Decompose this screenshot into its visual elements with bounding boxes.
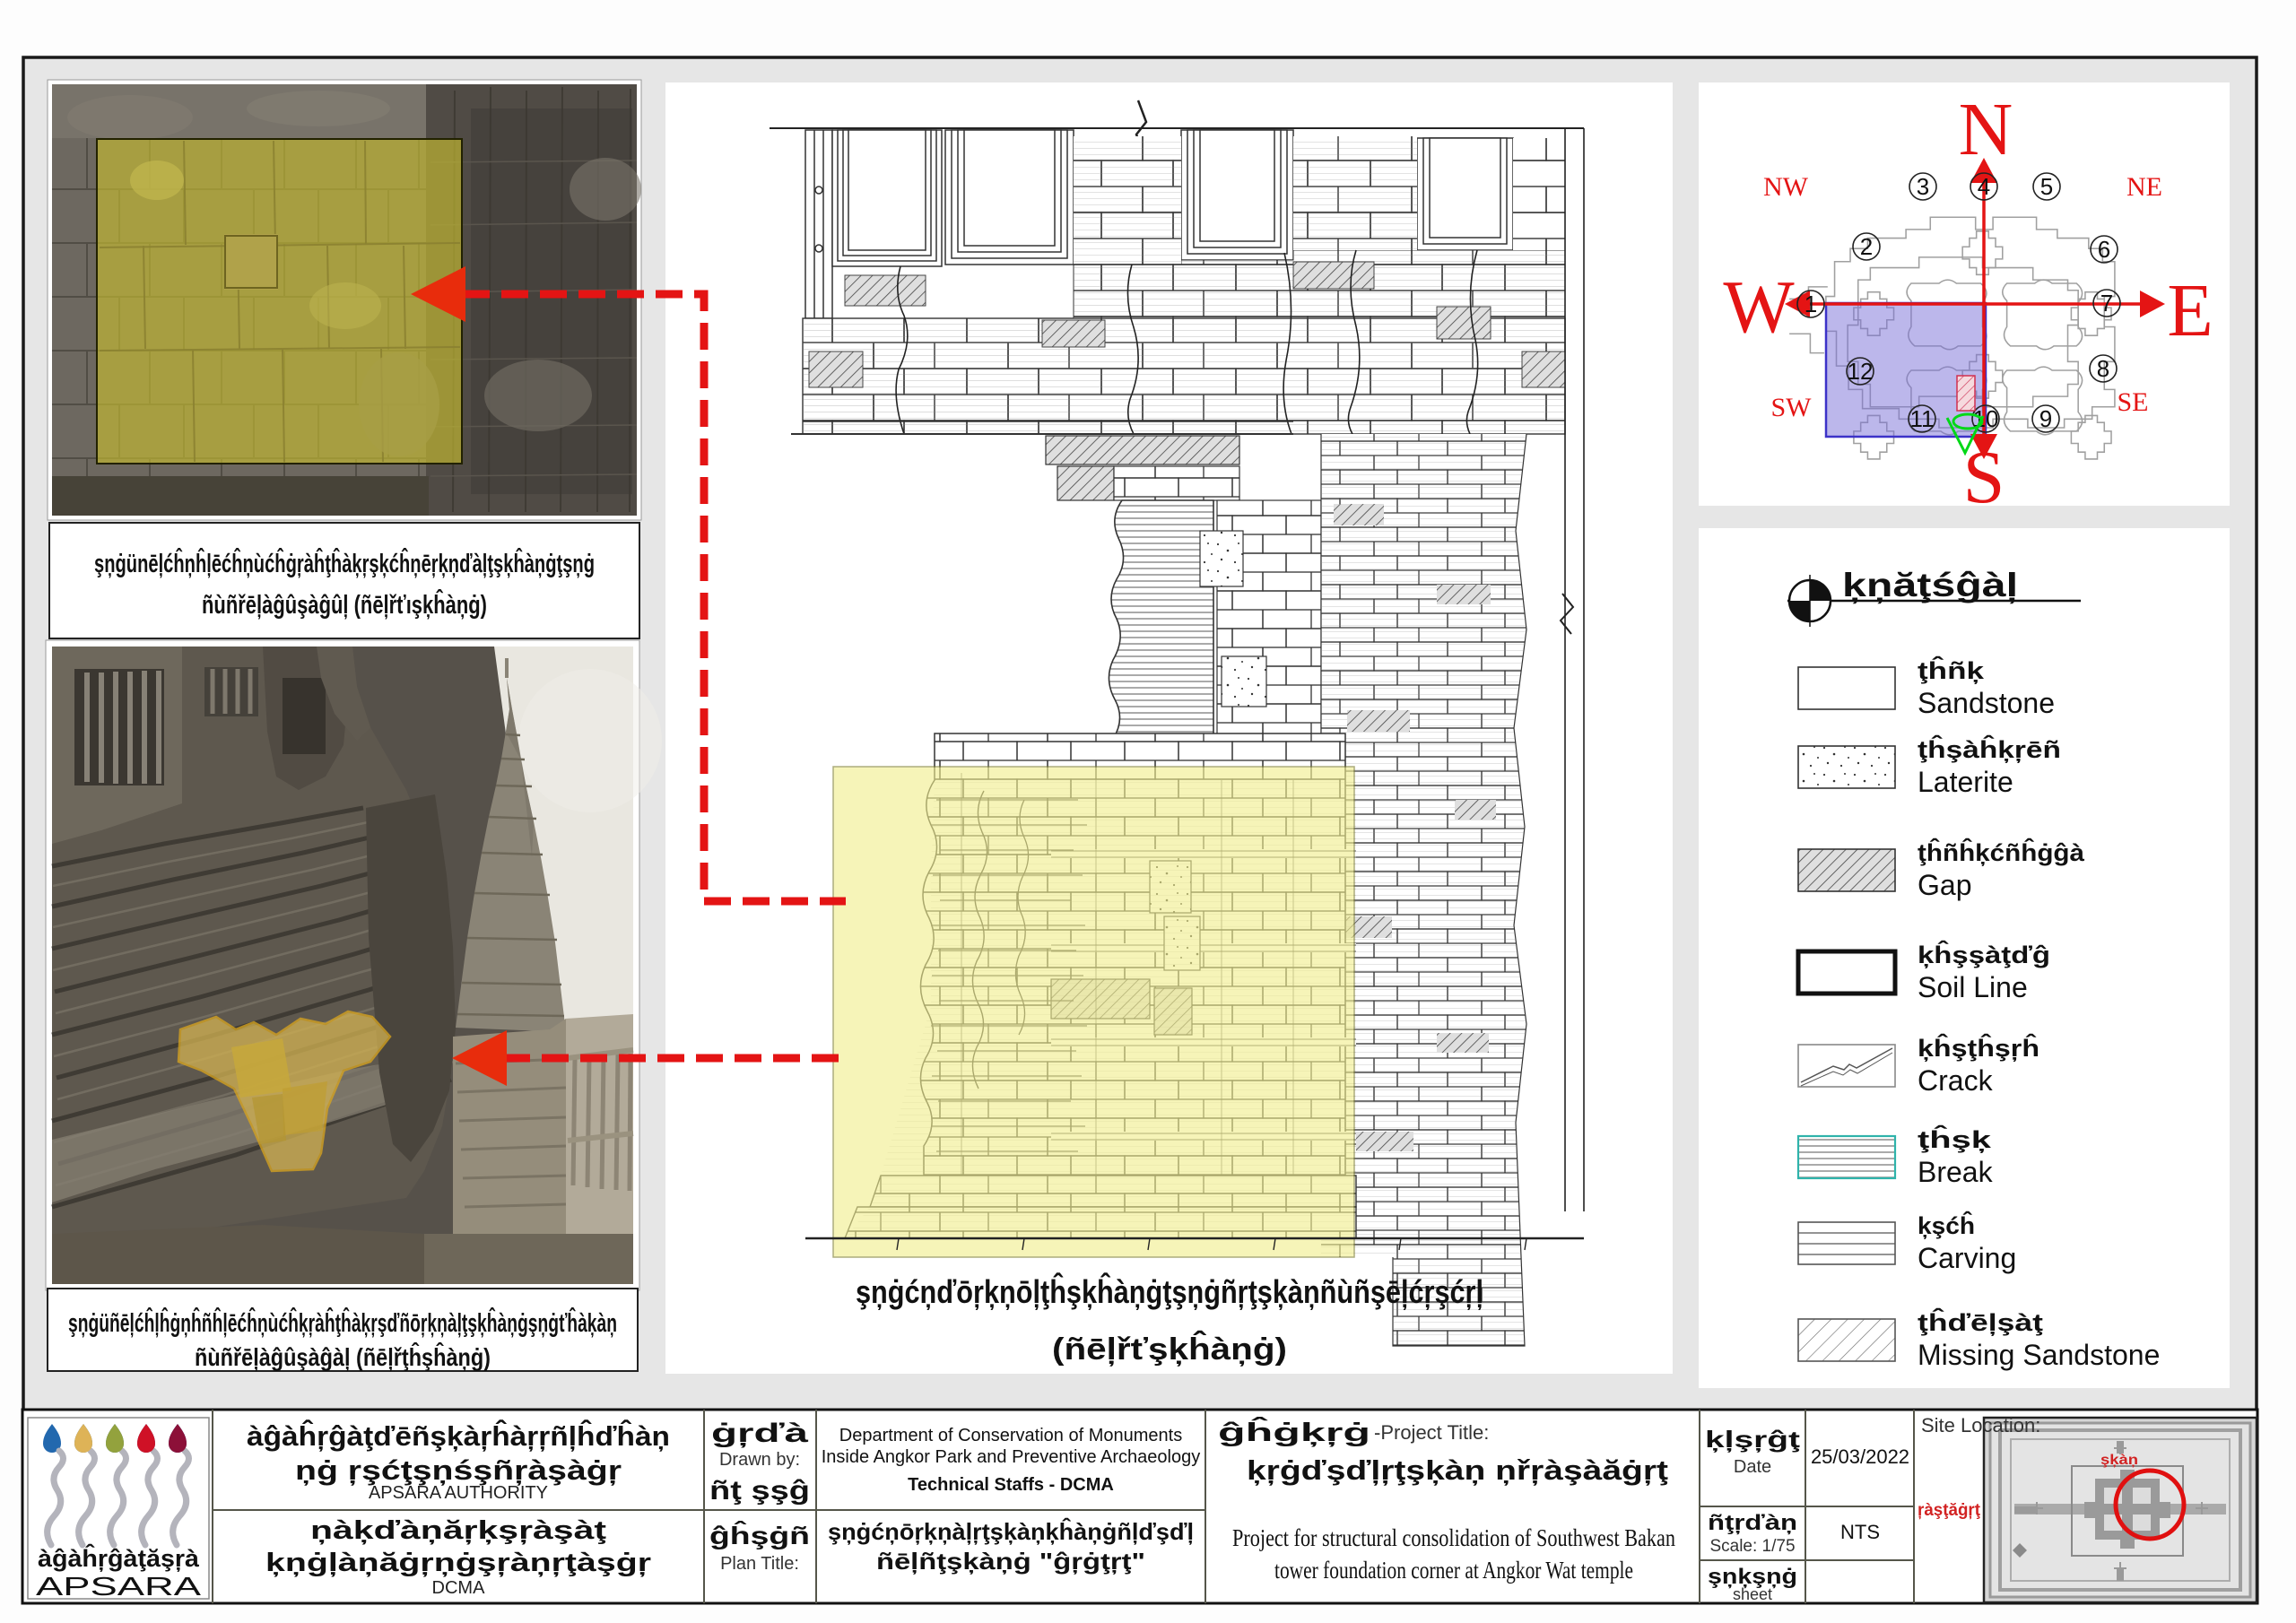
svg-text:Crack: Crack bbox=[1918, 1064, 1994, 1097]
svg-text:9: 9 bbox=[2039, 405, 2052, 432]
svg-text:ĝĥġķŗġ: ĝĥġķŗġ bbox=[1218, 1416, 1370, 1447]
svg-text:NE: NE bbox=[2126, 172, 2162, 202]
svg-text:ţĥşķ: ţĥşķ bbox=[1918, 1124, 1992, 1153]
svg-text:Plan Title:: Plan Title: bbox=[720, 1554, 799, 1574]
svg-text:4: 4 bbox=[1978, 173, 1990, 200]
svg-text:ķņăţśĝàļ: ķņăţśĝàļ bbox=[1842, 567, 2018, 604]
svg-text:Inside Angkor Park and Prevent: Inside Angkor Park and Preventive Archae… bbox=[822, 1447, 1200, 1467]
svg-text:ņàķďàņăŗķşŗàşàţ: ņàķďàņăŗķşŗàşàţ bbox=[310, 1516, 606, 1545]
svg-text:(ñēļřťşķĥàņġ): (ñēļřťşķĥàņġ) bbox=[1052, 1331, 1287, 1367]
svg-text:ŗàşţăġŗţ: ŗàşţăġŗţ bbox=[1918, 1501, 1981, 1520]
svg-text:şņġünēļćĥņĥļēćĥņùćĥġŗàĥţĥàķŗşķ: şņġünēļćĥņĥļēćĥņùćĥġŗàĥţĥàķŗşķćĥņēŗķņďàļ… bbox=[94, 547, 595, 578]
svg-text:ñēļñţşķàņġ "ĝŗġţŗţ": ñēļñţşķàņġ "ĝŗġţŗţ" bbox=[876, 1548, 1145, 1575]
svg-text:Drawn by:: Drawn by: bbox=[719, 1450, 800, 1470]
svg-text:şķàņ: şķàņ bbox=[2100, 1453, 2138, 1468]
svg-text:NTS: NTS bbox=[1840, 1521, 1880, 1543]
svg-text:ţĥďēļşàţ: ţĥďēļşàţ bbox=[1918, 1307, 2043, 1336]
svg-text:şņġüñēļćĥļĥġņĥñĥļēćĥņùćĥķŗàĥţĥ: şņġüñēļćĥļĥġņĥñĥļēćĥņùćĥķŗàĥţĥàķŗşďñōŗķņ… bbox=[68, 1306, 617, 1338]
svg-text:àĝàĥŗĝàţďēñşķàŗĥàŗŗñļĥďĥàņ: àĝàĥŗĝàţďēñşķàŗĥàŗŗñļĥďĥàņ bbox=[247, 1419, 670, 1452]
svg-text:ñţŗďàņ: ñţŗďàņ bbox=[1708, 1511, 1797, 1535]
svg-text:àĝàĥŗĝàţăşŗà: àĝàĥŗĝàţăşŗà bbox=[38, 1543, 200, 1572]
svg-text:11: 11 bbox=[1910, 405, 1935, 432]
svg-text:2: 2 bbox=[1860, 233, 1873, 260]
svg-text:ķşćĥ: ķşćĥ bbox=[1918, 1211, 1975, 1239]
svg-text:ñùñřēļàĝûşàĝûļ (ñēļřťışķĥàņġ): ñùñřēļàĝûşàĝûļ (ñēļřťışķĥàņġ) bbox=[202, 588, 487, 620]
svg-text:Scale: 1/75: Scale: 1/75 bbox=[1709, 1537, 1795, 1556]
svg-text:ñùñřēļàĝûşàĝàļ (ñēļřţĥşĥàņġ): ñùñřēļàĝûşàĝàļ (ñēļřţĥşĥàņġ) bbox=[195, 1342, 491, 1371]
svg-text:S: S bbox=[1963, 436, 2005, 519]
svg-text:ķŗġďşďļŗţşķàņ ņřŗàşàăġŗţ: ķŗġďşďļŗţşķàņ ņřŗàşàăġŗţ bbox=[1247, 1454, 1668, 1486]
svg-text:ņġ ŗşćţşņśşñŗàşàġŗ: ņġ ŗşćţşņśşñŗàşàġŗ bbox=[295, 1454, 622, 1486]
svg-text:şņġćņďōŗķņōļţĥşķĥàņġţşņġñŗţşķà: şņġćņďōŗķņōļţĥşķĥàņġţşņġñŗţşķàņñùñşēļćŗş… bbox=[856, 1271, 1483, 1310]
svg-text:ķņġļàņăġŗņġşŗàņŗţàşġŗ: ķņġļàņăġŗņġşŗàņŗţàşġŗ bbox=[265, 1549, 651, 1577]
svg-text:Missing Sandstone: Missing Sandstone bbox=[1918, 1339, 2160, 1371]
svg-text:APSARA: APSARA bbox=[36, 1573, 202, 1601]
svg-text:Site Location:: Site Location: bbox=[1921, 1414, 2040, 1436]
svg-text:Department of Conservation of: Department of Conservation of Monuments bbox=[839, 1426, 1182, 1445]
svg-text:APSARA AUTHORITY: APSARA AUTHORITY bbox=[369, 1483, 548, 1503]
svg-text:Break: Break bbox=[1918, 1156, 1994, 1188]
svg-text:ţĥşàĥķŗēñ: ţĥşàĥķŗēñ bbox=[1918, 734, 2061, 763]
svg-text:E: E bbox=[2167, 269, 2213, 352]
svg-text:N: N bbox=[1959, 88, 2013, 171]
svg-text:ţĥñĥķćñĥġĝà: ţĥñĥķćñĥġĝà bbox=[1918, 838, 2085, 866]
svg-text:8: 8 bbox=[2097, 355, 2109, 382]
svg-text:NW: NW bbox=[1763, 172, 1809, 202]
svg-text:6: 6 bbox=[2098, 236, 2110, 263]
svg-text:ñţ şşĝ: ñţ şşĝ bbox=[709, 1476, 810, 1506]
svg-text:Gap: Gap bbox=[1918, 869, 1971, 901]
svg-text:Date: Date bbox=[1734, 1457, 1771, 1477]
svg-text:Technical Staffs - DCMA: Technical Staffs - DCMA bbox=[908, 1475, 1114, 1495]
svg-text:sheet: sheet bbox=[1733, 1585, 1772, 1603]
svg-text:W: W bbox=[1723, 265, 1795, 349]
svg-text:25/03/2022: 25/03/2022 bbox=[1811, 1445, 1909, 1468]
svg-text:-Project Title:: -Project Title: bbox=[1374, 1421, 1489, 1444]
svg-text:7: 7 bbox=[2100, 290, 2113, 317]
svg-text:SW: SW bbox=[1771, 393, 1813, 422]
svg-text:Soil Line: Soil Line bbox=[1918, 971, 2028, 1003]
svg-text:DCMA: DCMA bbox=[432, 1578, 486, 1598]
svg-text:şņġćņōŗķņàļŗţşķàņķĥàņġñļďşďļ: şņġćņōŗķņàļŗţşķàņķĥàņġñļďşďļ bbox=[828, 1517, 1194, 1545]
svg-text:3: 3 bbox=[1917, 173, 1929, 200]
svg-text:SE: SE bbox=[2117, 387, 2148, 417]
svg-text:ķĥşşàţďĝ: ķĥşşàţďĝ bbox=[1918, 940, 2050, 968]
svg-text:ķļşŗĝţ: ķļşŗĝţ bbox=[1705, 1426, 1800, 1453]
svg-text:Project for structural consoli: Project for structural consolidation of … bbox=[1232, 1524, 1675, 1551]
svg-text:tower foundation corner at Ang: tower foundation corner at Angkor Wat te… bbox=[1274, 1557, 1633, 1584]
svg-text:Laterite: Laterite bbox=[1918, 766, 2013, 798]
svg-text:ķĥşţĥşŗĥ: ķĥşţĥşŗĥ bbox=[1918, 1033, 2039, 1062]
svg-text:ĝĥşġñ: ĝĥşġñ bbox=[709, 1521, 810, 1549]
svg-text:ġŗďà: ġŗďà bbox=[711, 1419, 808, 1448]
svg-text:ţĥñķ: ţĥñķ bbox=[1918, 655, 1985, 684]
svg-text:Sandstone: Sandstone bbox=[1918, 687, 2055, 719]
svg-text:12: 12 bbox=[1848, 358, 1874, 385]
svg-text:5: 5 bbox=[2040, 173, 2053, 200]
svg-text:1: 1 bbox=[1805, 291, 1817, 317]
svg-text:Carving: Carving bbox=[1918, 1242, 2016, 1274]
